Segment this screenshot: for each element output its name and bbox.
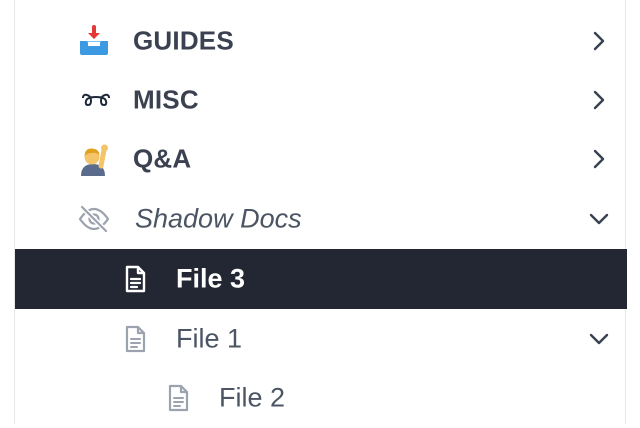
chevron-down-icon[interactable]: [587, 207, 611, 231]
document-icon: [123, 324, 147, 354]
sidebar-item-qa[interactable]: Q&A: [15, 129, 627, 189]
chevron-right-icon[interactable]: [587, 88, 611, 112]
sidebar-file-label: File 2: [219, 382, 286, 413]
sidebar-item-label: GUIDES: [133, 25, 234, 56]
chevron-down-icon[interactable]: [587, 327, 611, 351]
sidebar-file-item-active[interactable]: File 3: [15, 249, 627, 309]
sidebar-item-label: Shadow Docs: [135, 203, 302, 234]
inbox-tray-icon: [77, 24, 111, 58]
docs-sidebar: GUIDES MISC Q&A Shadow Docs File 3 File …: [14, 0, 627, 424]
sidebar-item-label: Q&A: [133, 143, 192, 174]
raising-hand-person-icon: [77, 142, 111, 176]
chevron-right-icon[interactable]: [587, 147, 611, 171]
document-icon: [123, 264, 147, 294]
sidebar-item-misc[interactable]: MISC: [15, 70, 627, 130]
sidebar-item-guides[interactable]: GUIDES: [15, 11, 627, 71]
sidebar-file-item[interactable]: File 2: [15, 368, 627, 428]
curly-loop-icon: [81, 90, 111, 110]
document-icon: [166, 383, 190, 413]
sidebar-file-item[interactable]: File 1: [15, 309, 627, 369]
sidebar-item-shadow-docs[interactable]: Shadow Docs: [15, 189, 627, 249]
sidebar-item-label: MISC: [133, 84, 199, 115]
eye-slash-icon: [77, 204, 111, 234]
sidebar-file-label: File 1: [176, 323, 243, 354]
sidebar-file-label: File 3: [176, 263, 246, 294]
chevron-right-icon[interactable]: [587, 29, 611, 53]
